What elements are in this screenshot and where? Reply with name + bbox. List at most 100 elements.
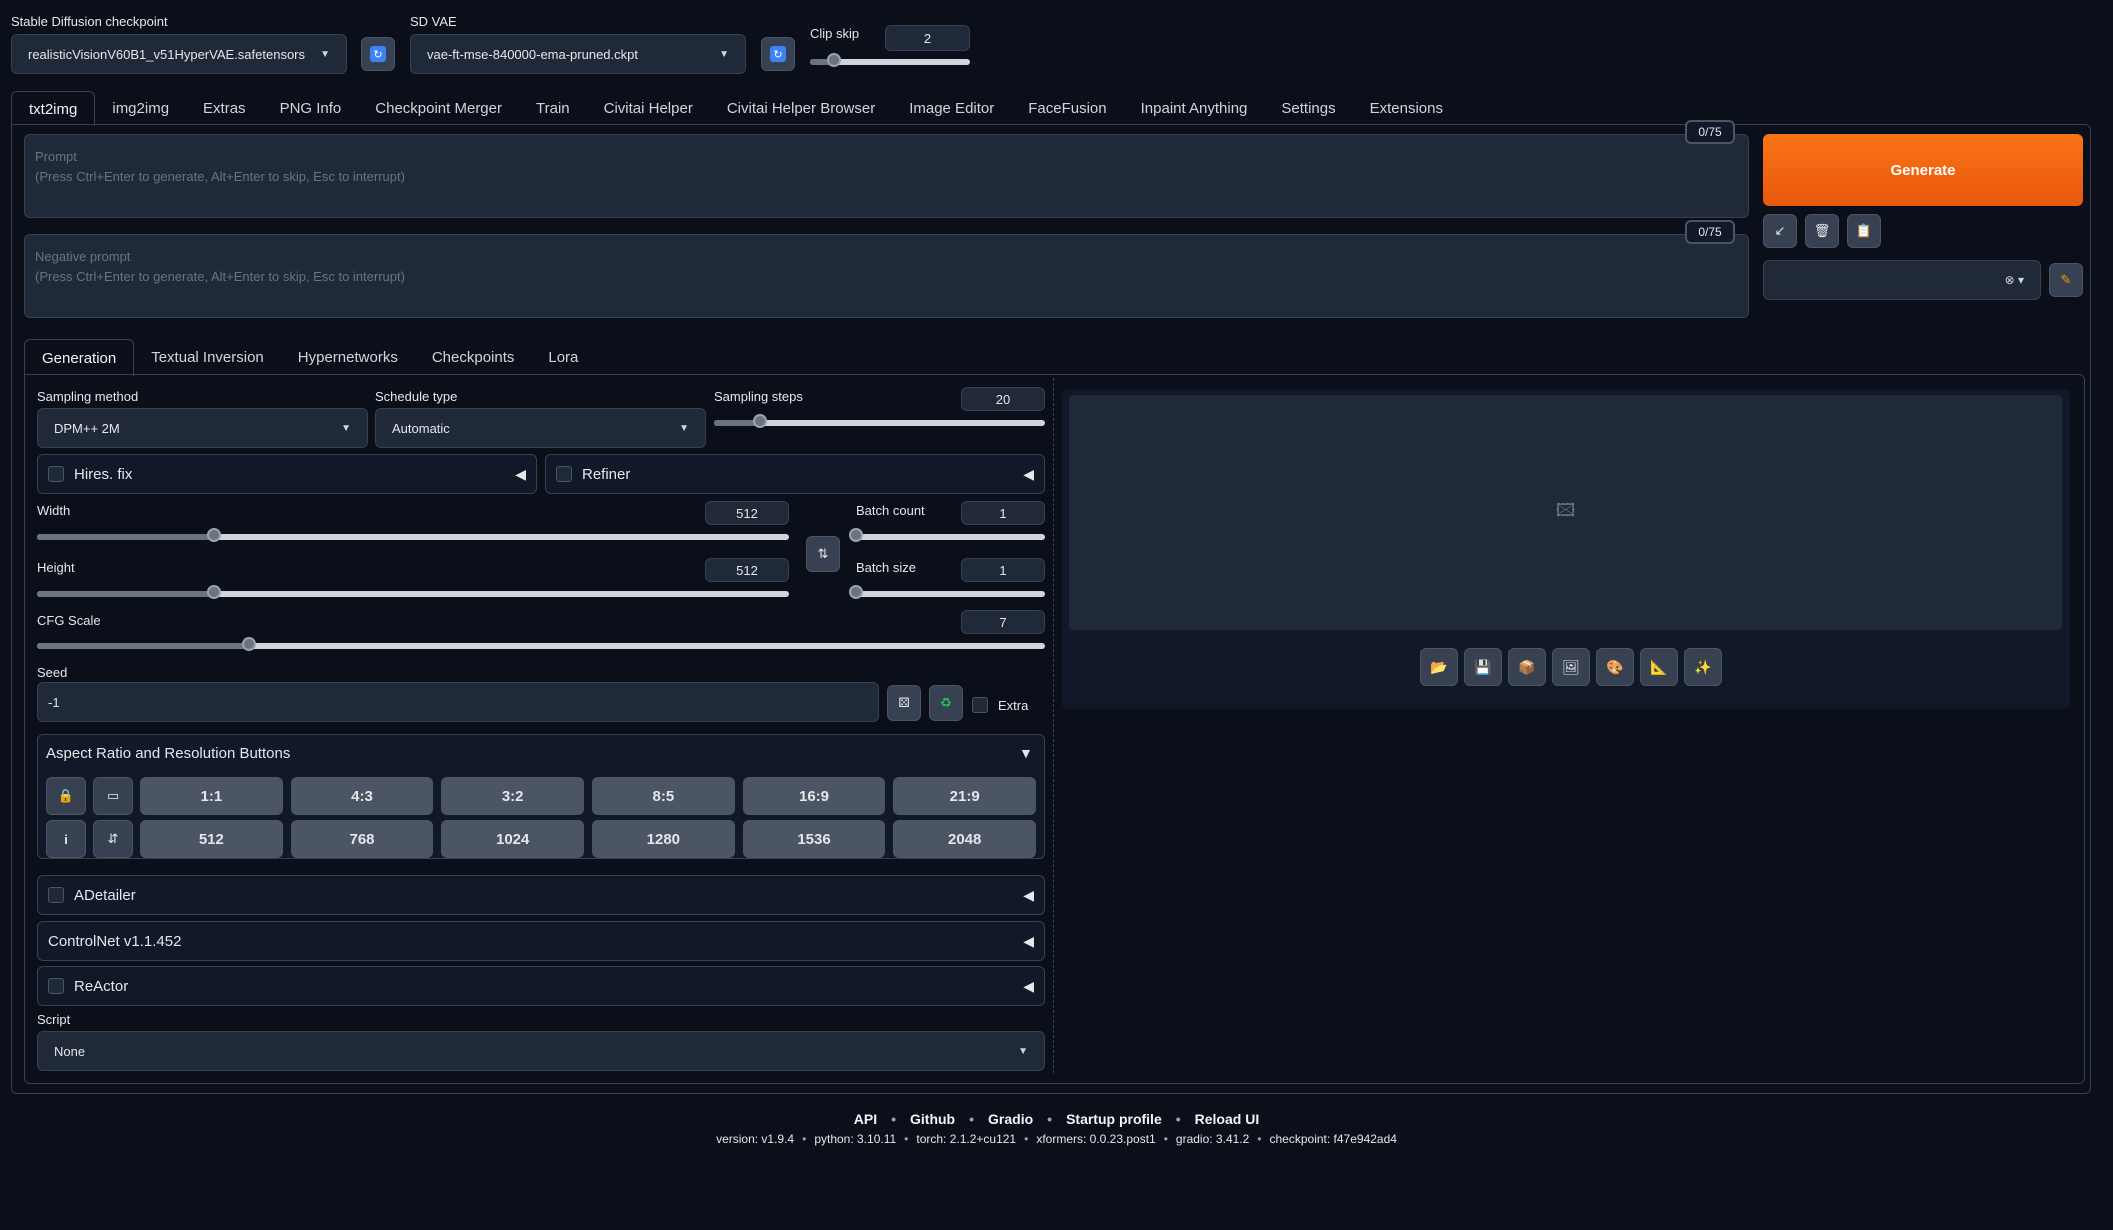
reuse-seed-button[interactable]: ♻ [929,685,963,721]
edit-styles-button[interactable]: ✎ [2049,263,2083,297]
negative-prompt-textarea[interactable]: Negative prompt (Press Ctrl+Enter to gen… [24,234,1749,318]
refiner-accordion[interactable]: Refiner ◀ [545,454,1045,494]
width-input[interactable]: 512 [705,501,789,525]
extra-seed-option[interactable]: Extra [972,697,1028,713]
orientation-button[interactable]: ▭ [93,777,133,815]
footer-link-api[interactable]: API [854,1111,877,1127]
tab-extensions[interactable]: Extensions [1353,91,1460,125]
ratio-button-21-9[interactable]: 21:9 [893,777,1037,815]
collapse-down-triangle-icon[interactable]: ▼ [1019,745,1033,761]
seed-input[interactable]: -1 [37,682,879,722]
resolution-button-1280[interactable]: 1280 [592,820,735,858]
prompt-textarea[interactable]: Prompt (Press Ctrl+Enter to generate, Al… [24,134,1749,218]
tab-train[interactable]: Train [519,91,587,125]
footer-link-reload-ui[interactable]: Reload UI [1195,1111,1260,1127]
sampling-steps-slider[interactable] [714,414,1045,428]
resolution-button-1536[interactable]: 1536 [742,820,886,858]
ratio-button-3-2[interactable]: 3:2 [441,777,585,815]
height-slider[interactable] [37,585,789,599]
ratio-button-4-3[interactable]: 4:3 [290,777,434,815]
resolution-button-768[interactable]: 768 [290,820,434,858]
open-folder-button[interactable]: 📂 [1420,648,1458,686]
resolution-button-512[interactable]: 512 [140,820,283,858]
save-button[interactable]: 💾 [1464,648,1502,686]
refresh-checkpoint-button[interactable]: ↻ [361,37,395,71]
clip-skip-slider[interactable] [810,53,970,67]
adetailer-accordion[interactable]: ADetailer ◀ [37,875,1045,915]
info-button[interactable]: i [46,820,86,858]
vae-dropdown[interactable]: vae-ft-mse-840000-ema-pruned.ckpt ▼ [410,34,746,74]
sampling-steps-thumb[interactable] [753,414,768,428]
sampling-steps-input[interactable]: 20 [961,387,1045,411]
resolution-button-1024[interactable]: 1024 [441,820,585,858]
tab-settings[interactable]: Settings [1264,91,1352,125]
subtab-lora[interactable]: Lora [531,339,595,375]
footer-links: API • Github • Gradio • Startup profile • Reload… [0,1111,2113,1127]
clear-prompt-button[interactable]: 🗑 [1805,214,1839,248]
swap-orientation-button[interactable]: ⇵ [93,820,133,858]
send-to-inpaint-button[interactable]: 🎨 [1596,648,1634,686]
height-input[interactable]: 512 [705,558,789,582]
tab-civitai-helper-browser[interactable]: Civitai Helper Browser [710,91,892,125]
batch-size-input[interactable]: 1 [961,558,1045,582]
subtab-checkpoints[interactable]: Checkpoints [415,339,532,375]
swap-dimensions-button[interactable]: ⇅ [806,536,840,572]
hires-fix-accordion[interactable]: Hires. fix ◀ [37,454,537,494]
hires-fix-checkbox[interactable] [48,466,64,482]
cfg-scale-input[interactable]: 7 [961,610,1045,634]
batch-count-slider[interactable] [849,528,1045,542]
read-params-button[interactable]: ↙ [1763,214,1797,248]
generate-button[interactable]: Generate [1763,134,2083,206]
lock-ratio-button[interactable]: 🔒 [46,777,86,815]
reactor-accordion[interactable]: ReActor ◀ [37,966,1045,1006]
ratio-button-1-1[interactable]: 1:1 [140,777,283,815]
zip-button[interactable]: 📦 [1508,648,1546,686]
batch-size-slider[interactable] [849,585,1045,599]
checkpoint-dropdown[interactable]: realisticVisionV60B1_v51HyperVAE.safeten… [11,34,347,74]
height-thumb[interactable] [206,585,221,599]
tab-checkpoint-merger[interactable]: Checkpoint Merger [358,91,519,125]
clip-skip-thumb[interactable] [827,53,841,67]
sampling-method-dropdown[interactable]: DPM++ 2M ▼ [37,408,368,448]
tab-extras[interactable]: Extras [186,91,263,125]
controlnet-accordion[interactable]: ControlNet v1.1.452 ◀ [37,921,1045,961]
script-dropdown[interactable]: None ▼ [37,1031,1045,1071]
footer-link-gradio[interactable]: Gradio [988,1111,1033,1127]
tab-img2img[interactable]: img2img [95,91,186,125]
width-thumb[interactable] [206,528,221,542]
tab-facefusion[interactable]: FaceFusion [1011,91,1123,125]
cfg-scale-slider[interactable] [37,637,1045,651]
width-slider[interactable] [37,528,789,542]
send-to-extras-button[interactable]: 📐 [1640,648,1678,686]
refiner-checkbox[interactable] [556,466,572,482]
reactor-checkbox[interactable] [48,978,64,994]
tab-txt2img[interactable]: txt2img [11,91,96,126]
send-to-img2img-button[interactable]: 🖼 [1552,648,1590,686]
ratio-button-16-9[interactable]: 16:9 [742,777,886,815]
clip-skip-input[interactable]: 2 [885,25,970,51]
ratio-button-8-5[interactable]: 8:5 [592,777,735,815]
subtab-generation[interactable]: Generation [24,339,135,376]
extra-checkbox[interactable] [972,697,988,713]
subtab-textual-inversion[interactable]: Textual Inversion [134,339,281,375]
subtab-hypernetworks[interactable]: Hypernetworks [281,339,415,375]
tab-civitai-helper[interactable]: Civitai Helper [587,91,710,125]
paste-button[interactable]: 📋 [1847,214,1881,248]
upscale-button[interactable]: ✨ [1684,648,1722,686]
cfg-scale-thumb[interactable] [241,637,256,651]
footer-link-startup-profile[interactable]: Startup profile [1066,1111,1162,1127]
batch-count-input[interactable]: 1 [961,501,1045,525]
resolution-button-2048[interactable]: 2048 [893,820,1037,858]
refresh-vae-button[interactable]: ↻ [761,37,795,71]
batch-count-thumb[interactable] [849,528,863,542]
schedule-type-dropdown[interactable]: Automatic ▼ [375,408,706,448]
batch-size-thumb[interactable] [849,585,863,599]
styles-dropdown[interactable]: ⊗ ▾ [1763,260,2041,300]
footer-link-github[interactable]: Github [910,1111,955,1127]
tab-image-editor[interactable]: Image Editor [892,91,1011,125]
random-seed-button[interactable]: ⚄ [887,685,921,721]
tab-png-info[interactable]: PNG Info [263,91,359,125]
tab-inpaint-anything[interactable]: Inpaint Anything [1124,91,1265,125]
clear-x-icon[interactable]: ⊗ ▾ [2005,273,2024,287]
adetailer-checkbox[interactable] [48,887,64,903]
